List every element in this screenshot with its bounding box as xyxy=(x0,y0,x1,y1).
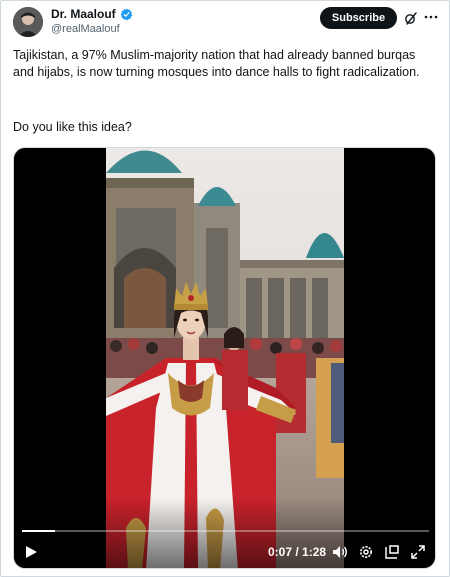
author-name[interactable]: Dr. Maalouf xyxy=(51,7,116,21)
volume-icon[interactable] xyxy=(332,544,348,560)
verified-badge-icon xyxy=(120,8,133,21)
fullscreen-icon[interactable] xyxy=(410,544,426,560)
tweet-card: Dr. Maalouf @realMaalouf Subscribe Tajik… xyxy=(0,0,450,577)
tweet-body: Tajikistan, a 97% Muslim-majority nation… xyxy=(13,48,420,79)
subscribe-button[interactable]: Subscribe xyxy=(320,7,397,29)
author-handle[interactable]: @realMaalouf xyxy=(51,23,120,35)
play-icon[interactable] xyxy=(24,545,38,559)
video-progress-fill xyxy=(22,530,55,532)
author-name-row[interactable]: Dr. Maalouf xyxy=(51,7,133,21)
tweet-text: Tajikistan, a 97% Muslim-majority nation… xyxy=(13,47,438,81)
grok-icon[interactable] xyxy=(404,11,418,25)
video-progress-bar[interactable] xyxy=(22,530,429,532)
settings-icon[interactable] xyxy=(358,544,374,560)
tweet-question: Do you like this idea? xyxy=(13,120,132,134)
avatar[interactable] xyxy=(13,7,43,37)
video-time: 0:07 / 1:28 xyxy=(268,545,327,559)
pip-icon[interactable] xyxy=(384,544,400,560)
more-options-icon[interactable] xyxy=(424,9,438,25)
video-player[interactable]: 0:07 / 1:28 xyxy=(13,147,436,569)
